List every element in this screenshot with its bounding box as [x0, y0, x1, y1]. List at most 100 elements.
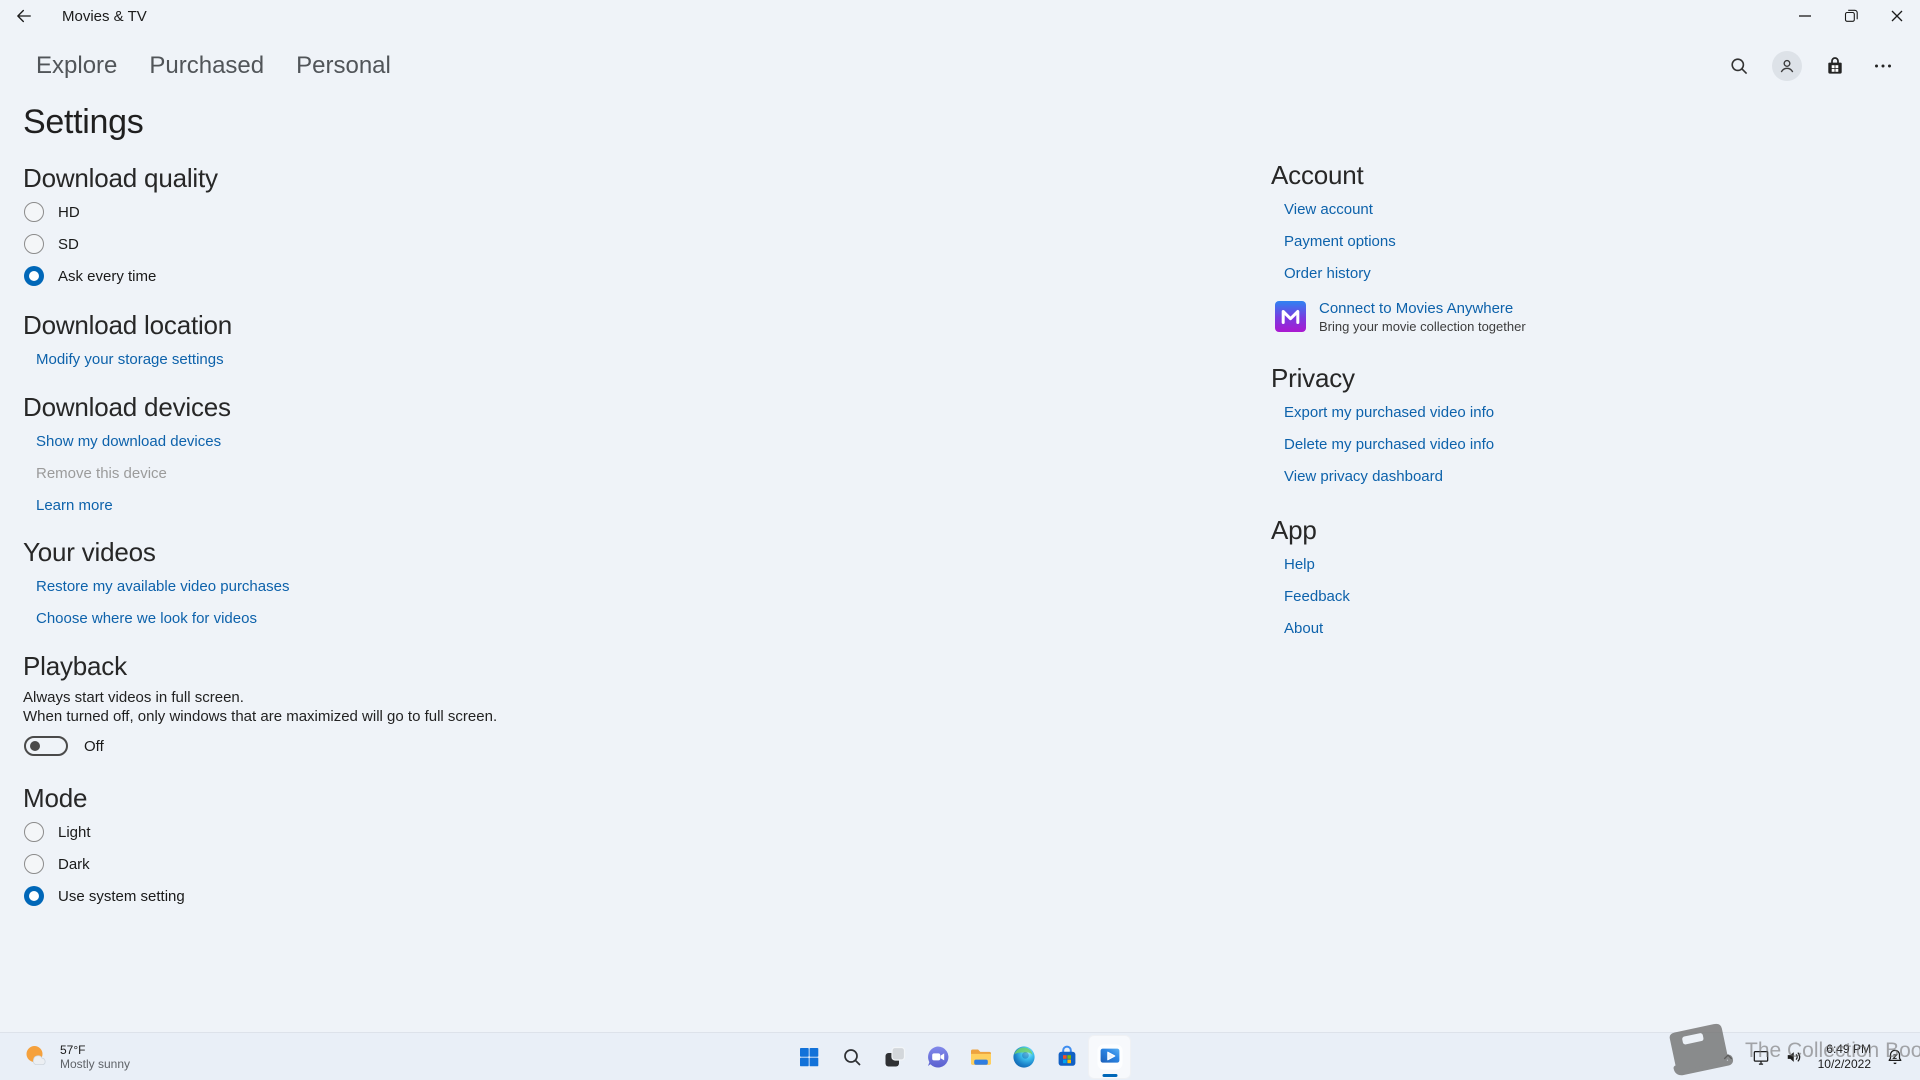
avatar	[1772, 51, 1802, 81]
link-order-history[interactable]: Order history	[1284, 265, 1371, 282]
network-monitor-icon	[1751, 1047, 1771, 1067]
account-button[interactable]	[1772, 51, 1802, 81]
link-remove-this-device: Remove this device	[36, 465, 167, 482]
heading-your-videos: Your videos	[23, 534, 783, 570]
taskbar-chat-button[interactable]	[916, 1035, 959, 1079]
tray-chevron-button[interactable]	[1715, 1037, 1741, 1077]
tray-volume-button[interactable]	[1781, 1037, 1807, 1077]
link-learn-more[interactable]: Learn more	[36, 497, 113, 514]
toggle-knob	[30, 741, 40, 751]
link-export-video-info[interactable]: Export my purchased video info	[1284, 404, 1494, 421]
radio-option-use-system-setting[interactable]: Use system setting	[23, 880, 783, 912]
playback-description-line2: When turned off, only windows that are m…	[23, 707, 783, 726]
link-connect-movies-anywhere[interactable]: Connect to Movies Anywhere	[1319, 300, 1526, 317]
window-title: Movies & TV	[62, 0, 147, 32]
more-icon	[1871, 54, 1895, 78]
file-explorer-icon	[968, 1044, 994, 1070]
taskbar-movies-tv-button[interactable]	[1088, 1035, 1131, 1079]
back-arrow-icon	[14, 6, 34, 26]
radio-label: HD	[58, 204, 80, 221]
back-button[interactable]	[8, 2, 40, 30]
tray-notifications-button[interactable]	[1882, 1037, 1908, 1077]
app-navbar: Explore Purchased Personal	[0, 45, 1920, 87]
radio-circle-selected[interactable]	[24, 886, 44, 906]
playback-description-line1: Always start videos in full screen.	[23, 688, 783, 707]
nav-tab-personal[interactable]: Personal	[296, 52, 391, 80]
radio-label: Light	[58, 824, 91, 841]
link-about[interactable]: About	[1284, 620, 1323, 637]
movies-anywhere-icon	[1275, 301, 1306, 332]
link-restore-purchases[interactable]: Restore my available video purchases	[36, 578, 289, 595]
radio-circle-selected[interactable]	[24, 266, 44, 286]
tray-network-button[interactable]	[1748, 1037, 1774, 1077]
windows-start-icon	[797, 1045, 821, 1069]
taskbar-store-button[interactable]	[1045, 1035, 1088, 1079]
movies-anywhere-subtitle: Bring your movie collection together	[1319, 319, 1526, 334]
radio-option-hd[interactable]: HD	[23, 196, 783, 228]
link-show-download-devices[interactable]: Show my download devices	[36, 433, 221, 450]
restore-icon	[1828, 0, 1874, 32]
heading-account: Account	[1271, 157, 1711, 193]
radio-label: Use system setting	[58, 888, 185, 905]
nav-tab-explore[interactable]: Explore	[36, 52, 117, 80]
radio-circle[interactable]	[24, 822, 44, 842]
heading-mode: Mode	[23, 780, 783, 816]
heading-privacy: Privacy	[1271, 360, 1711, 396]
close-icon	[1874, 0, 1920, 32]
restore-button[interactable]	[1828, 0, 1874, 32]
window-controls	[1782, 0, 1920, 32]
link-modify-storage-settings[interactable]: Modify your storage settings	[36, 351, 224, 368]
movies-tv-app-window: Movies & TV Explore Purchased Personal	[0, 0, 1920, 1080]
task-view-icon	[883, 1045, 907, 1069]
weather-sun-cloud-icon	[22, 1042, 52, 1072]
link-choose-video-folders[interactable]: Choose where we look for videos	[36, 610, 257, 627]
clock-widget[interactable]: 6:49 PM 10/2/2022	[1814, 1042, 1875, 1072]
close-button[interactable]	[1874, 0, 1920, 32]
minimize-button[interactable]	[1782, 0, 1828, 32]
settings-side-column: Account View account Payment options Ord…	[1271, 157, 1711, 644]
heading-app: App	[1271, 512, 1711, 548]
taskbar-search-button[interactable]	[830, 1035, 873, 1079]
taskbar-edge-button[interactable]	[1002, 1035, 1045, 1079]
weather-widget[interactable]: 57°F Mostly sunny	[14, 1033, 138, 1080]
link-view-account[interactable]: View account	[1284, 201, 1373, 218]
taskbar-task-view-button[interactable]	[873, 1035, 916, 1079]
search-button[interactable]	[1724, 51, 1754, 81]
radio-circle[interactable]	[24, 854, 44, 874]
store-bag-icon	[1823, 54, 1847, 78]
speaker-icon	[1784, 1047, 1804, 1067]
store-button[interactable]	[1820, 51, 1850, 81]
heading-playback: Playback	[23, 648, 783, 684]
chat-icon	[925, 1044, 951, 1070]
taskbar-app-icons	[787, 1035, 1131, 1079]
nav-tab-purchased[interactable]: Purchased	[149, 52, 264, 80]
radio-option-light[interactable]: Light	[23, 816, 783, 848]
radio-option-dark[interactable]: Dark	[23, 848, 783, 880]
radio-option-ask-every-time[interactable]: Ask every time	[23, 260, 783, 292]
microsoft-store-icon	[1054, 1044, 1080, 1070]
taskbar-file-explorer-button[interactable]	[959, 1035, 1002, 1079]
link-view-privacy-dashboard[interactable]: View privacy dashboard	[1284, 468, 1443, 485]
radio-circle[interactable]	[24, 234, 44, 254]
person-icon	[1776, 55, 1798, 77]
tray-time: 6:49 PM	[1818, 1042, 1871, 1057]
movies-anywhere-row[interactable]: Connect to Movies Anywhere Bring your mo…	[1271, 299, 1711, 343]
link-delete-video-info[interactable]: Delete my purchased video info	[1284, 436, 1494, 453]
taskbar: 57°F Mostly sunny	[0, 1032, 1920, 1080]
settings-main-column: Settings Download quality HD SD Ask ever…	[23, 100, 783, 912]
radio-label: SD	[58, 236, 79, 253]
search-icon	[840, 1045, 864, 1069]
chevron-up-icon	[1719, 1048, 1737, 1066]
toggle-state-label: Off	[84, 738, 104, 755]
link-feedback[interactable]: Feedback	[1284, 588, 1350, 605]
active-app-indicator	[1102, 1074, 1117, 1077]
fullscreen-toggle[interactable]	[24, 736, 68, 756]
weather-temperature: 57°F	[60, 1043, 130, 1057]
edge-browser-icon	[1011, 1044, 1037, 1070]
radio-circle[interactable]	[24, 202, 44, 222]
link-payment-options[interactable]: Payment options	[1284, 233, 1396, 250]
link-help[interactable]: Help	[1284, 556, 1315, 573]
more-menu-button[interactable]	[1868, 51, 1898, 81]
radio-option-sd[interactable]: SD	[23, 228, 783, 260]
taskbar-start-button[interactable]	[787, 1035, 830, 1079]
